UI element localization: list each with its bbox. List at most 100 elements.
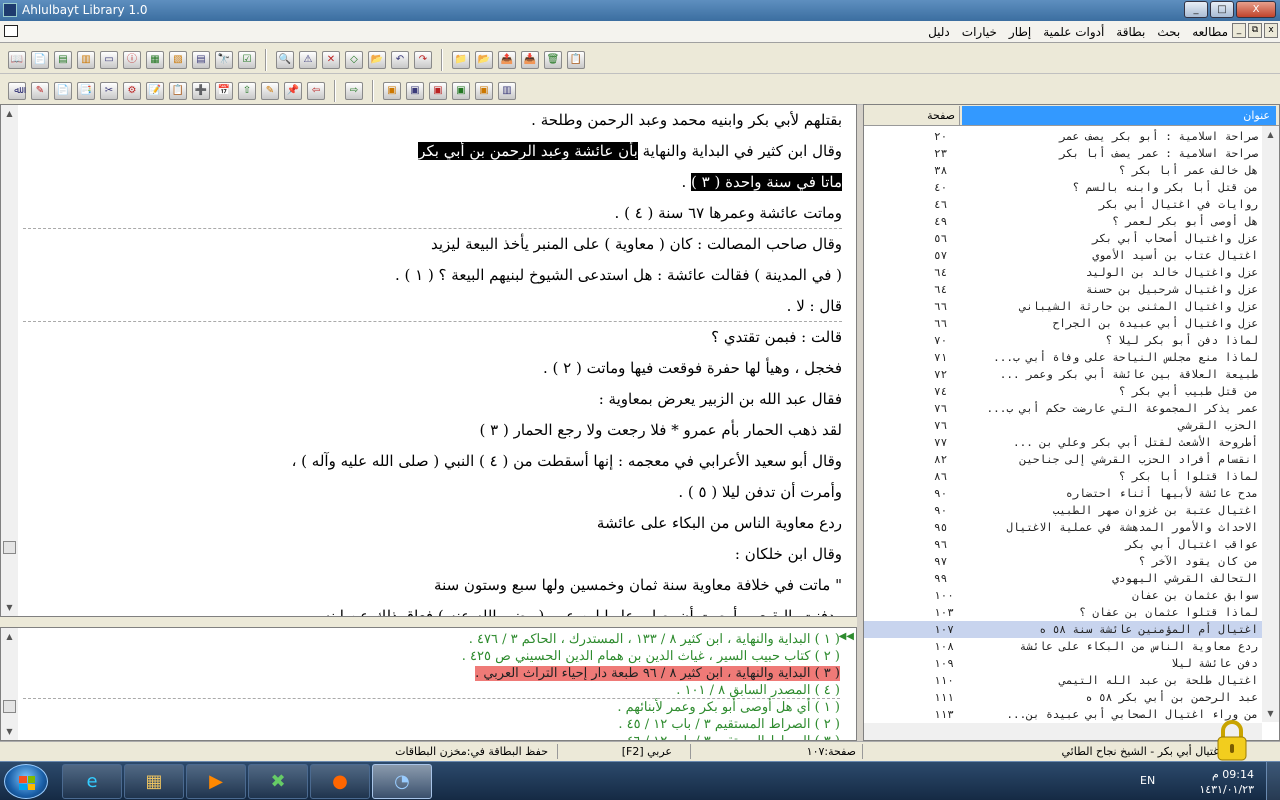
close-button[interactable]: X	[1236, 1, 1276, 18]
toolbar-icon[interactable]: 📝	[146, 82, 164, 100]
list-item[interactable]: روايات في اغتيال أبي بكر ٤٦	[864, 196, 1262, 213]
media-player-icon[interactable]: ▶	[186, 764, 246, 799]
toolbar-icon[interactable]: ⚠	[299, 51, 317, 69]
scroll-down-arrow-icon[interactable]: ▼	[1, 723, 18, 740]
toolbar-icon[interactable]: ➕	[192, 82, 210, 100]
list-item[interactable]: صراحة اسلامية : أبو بكر يصف عمر ٢٠	[864, 128, 1262, 145]
scroll-up-arrow-icon[interactable]: ▲	[1262, 126, 1279, 143]
document-icon[interactable]	[4, 25, 18, 37]
scroll-thumb[interactable]	[3, 700, 16, 713]
footnotes-pane[interactable]: ◀◀ ( ١ ) البداية والنهاية ، ابن كثير ٨ /…	[0, 627, 857, 741]
menu-item[interactable]: بطاقة	[1116, 25, 1145, 39]
toolbar-icon[interactable]: 🔍	[276, 51, 294, 69]
list-item[interactable]: عزل واغتيال أصحاب أبي بكر ٥٦	[864, 230, 1262, 247]
toolbar-icon[interactable]: 📖	[8, 51, 26, 69]
list-item[interactable]: الحزب القرشي ٧٦	[864, 417, 1262, 434]
toolbar-icon[interactable]: ▣	[475, 82, 493, 100]
toolbar-icon[interactable]: ⇦	[307, 82, 325, 100]
toolbar-icon[interactable]: ⚙	[123, 82, 141, 100]
maximize-button[interactable]: □	[1210, 1, 1234, 18]
toolbar-icon[interactable]: ◇	[345, 51, 363, 69]
menu-item[interactable]: خيارات	[962, 25, 997, 39]
language-indicator[interactable]: EN	[1140, 774, 1155, 787]
menu-item[interactable]: مطالعه	[1192, 25, 1228, 39]
list-item[interactable]: من وراء اغتيال الصحابي أبي عبيدة بن... ١١…	[864, 706, 1262, 723]
toolbar-icon[interactable]: ✂	[100, 82, 118, 100]
list-item[interactable]: أطروحة الأشعث لقتل أبي بكر وعلي بن ... ٧٧	[864, 434, 1262, 451]
toolbar-icon[interactable]: 🔭	[215, 51, 233, 69]
list-item[interactable]: لماذا منع مجلس النياحة على وفاة أبي ب...…	[864, 349, 1262, 366]
mdi-minimize-button[interactable]: _	[1232, 23, 1246, 38]
toolbar-icon[interactable]: ﷲ	[8, 82, 26, 100]
toolbar-icon[interactable]: 📋	[567, 51, 585, 69]
toolbar-icon[interactable]: 📂	[368, 51, 386, 69]
toolbar-icon[interactable]: ▥	[77, 51, 95, 69]
show-desktop-button[interactable]	[1266, 762, 1280, 800]
toolbar-icon[interactable]: ☑	[238, 51, 256, 69]
list-scrollbar[interactable]: ▲ ▼	[1262, 126, 1279, 722]
toolbar-icon[interactable]: ▭	[100, 51, 118, 69]
list-item[interactable]: لماذا قتلوا عثمان بن عفان ؟ ١٠٣	[864, 604, 1262, 621]
list-item[interactable]: من قتل طبيب أبي بكر ؟ ٧٤	[864, 383, 1262, 400]
toolbar-icon[interactable]: ▣	[406, 82, 424, 100]
toolbar-icon[interactable]: ⇨	[345, 82, 363, 100]
scroll-down-arrow-icon[interactable]: ▼	[1262, 705, 1279, 722]
list-item[interactable]: هل أوصى أبو بكر لعمر ؟ ٤٩	[864, 213, 1262, 230]
list-item[interactable]: اغتيال طلحة بن عبد الله التيمي ١١٠	[864, 672, 1262, 689]
toolbar-icon[interactable]: ✎	[261, 82, 279, 100]
toolbar-icon[interactable]: 📑	[77, 82, 95, 100]
list-item[interactable]: التحالف القرشي اليهودي ٩٩	[864, 570, 1262, 587]
list-item[interactable]: سوابق عثمان بن عفان ١٠٠	[864, 587, 1262, 604]
toolbar-icon[interactable]: ✎	[31, 82, 49, 100]
toolbar-icon[interactable]: ⓘ	[123, 51, 141, 69]
minimize-button[interactable]: _	[1184, 1, 1208, 18]
clock[interactable]: 09:14 م ١٤٣١/٠١/٢٣	[1199, 767, 1254, 797]
column-header-title[interactable]: عنوان	[962, 106, 1276, 125]
toolbar-icon[interactable]: 📅	[215, 82, 233, 100]
firefox-icon[interactable]: ●	[310, 764, 370, 799]
footnote-line[interactable]: ( ٢ ) الصراط المستقيم ٣ / باب ١٢ / ٤٥ .	[23, 716, 840, 733]
list-item[interactable]: انقسام أفراد الحزب القرشي إلى جناحين ٨٢	[864, 451, 1262, 468]
toolbar-icon[interactable]: ⇧	[238, 82, 256, 100]
menu-item[interactable]: دليل	[928, 25, 950, 39]
footnote-line[interactable]: ( ٢ ) كتاب حبيب السير ، غياث الدين بن هم…	[23, 648, 840, 665]
toolbar-icon[interactable]: 📤	[498, 51, 516, 69]
list-item[interactable]: الاحداث والأمور المدهشة في عملية الاغتيا…	[864, 519, 1262, 536]
toolbar-icon[interactable]: 📂	[475, 51, 493, 69]
toolbar-icon[interactable]: ↷	[414, 51, 432, 69]
toolbar-icon[interactable]: 📄	[31, 51, 49, 69]
network-icon[interactable]: ✖	[248, 764, 308, 799]
list-item[interactable]: عمر يذكر المجموعة التي عارضت حكم أبي ب..…	[864, 400, 1262, 417]
menu-item[interactable]: أدوات علمية	[1043, 25, 1104, 39]
ahlulbayt-library-task[interactable]: ◔	[372, 764, 432, 799]
toolbar-icon[interactable]: 📄	[54, 82, 72, 100]
toolbar-icon[interactable]: 📌	[284, 82, 302, 100]
toolbar-icon[interactable]: ▦	[146, 51, 164, 69]
scroll-up-arrow-icon[interactable]: ▲	[1, 628, 18, 645]
list-item[interactable]: صراحة اسلامية : عمر يصف أبا بكر ٢٣	[864, 145, 1262, 162]
start-button[interactable]	[4, 764, 48, 799]
list-item[interactable]: لماذا قتلوا أبا بكر ؟ ٨٦	[864, 468, 1262, 485]
menu-item[interactable]: بحث	[1157, 25, 1180, 39]
internet-explorer-icon[interactable]: e	[62, 764, 122, 799]
file-explorer-icon[interactable]: ▦	[124, 764, 184, 799]
toolbar-icon[interactable]: ▤	[192, 51, 210, 69]
list-item[interactable]: من قتل أبا بكر وابنه بالسم ؟ ٤٠	[864, 179, 1262, 196]
list-item[interactable]: لماذا دفن أبو بكر ليلا ؟ ٧٠	[864, 332, 1262, 349]
list-item[interactable]: عبد الرحمن بن أبي بكر ٥٨ ه ١١١	[864, 689, 1262, 706]
footnote-line[interactable]: ( ١ ) أي هل أوصى أبو بكر وعمر لأبنائهم .	[23, 699, 840, 716]
list-item[interactable]: هل خالف عمر أبا بكر ؟ ٣٨	[864, 162, 1262, 179]
footnote-line[interactable]: ( ٣ ) البداية والنهاية ، ابن كثير ٨ / ٩٦…	[23, 665, 840, 682]
toolbar-icon[interactable]: ▣	[429, 82, 447, 100]
column-header-page[interactable]: صفحة	[867, 106, 960, 125]
toolbar-icon[interactable]: ▤	[54, 51, 72, 69]
list-item[interactable]: دفن عائشة ليلا ١٠٩	[864, 655, 1262, 672]
book-text-pane[interactable]: بقتلهم لأبي بكر وابنيه محمد وعبد الرحمن …	[0, 104, 857, 617]
mdi-restore-button[interactable]: ⧉	[1248, 23, 1262, 38]
toolbar-icon[interactable]: ▧	[169, 51, 187, 69]
footnote-line[interactable]: ( ٤ ) المصدر السابق ٨ / ١٠١ .	[23, 682, 840, 699]
list-item[interactable]: اغتيال عتبة بن غزوان صهر الطبيب ٩٠	[864, 502, 1262, 519]
toolbar-icon[interactable]: 📥	[521, 51, 539, 69]
pane-splitter[interactable]	[0, 617, 857, 627]
list-item[interactable]: عواقب اغتيال أبي بكر ٩٦	[864, 536, 1262, 553]
